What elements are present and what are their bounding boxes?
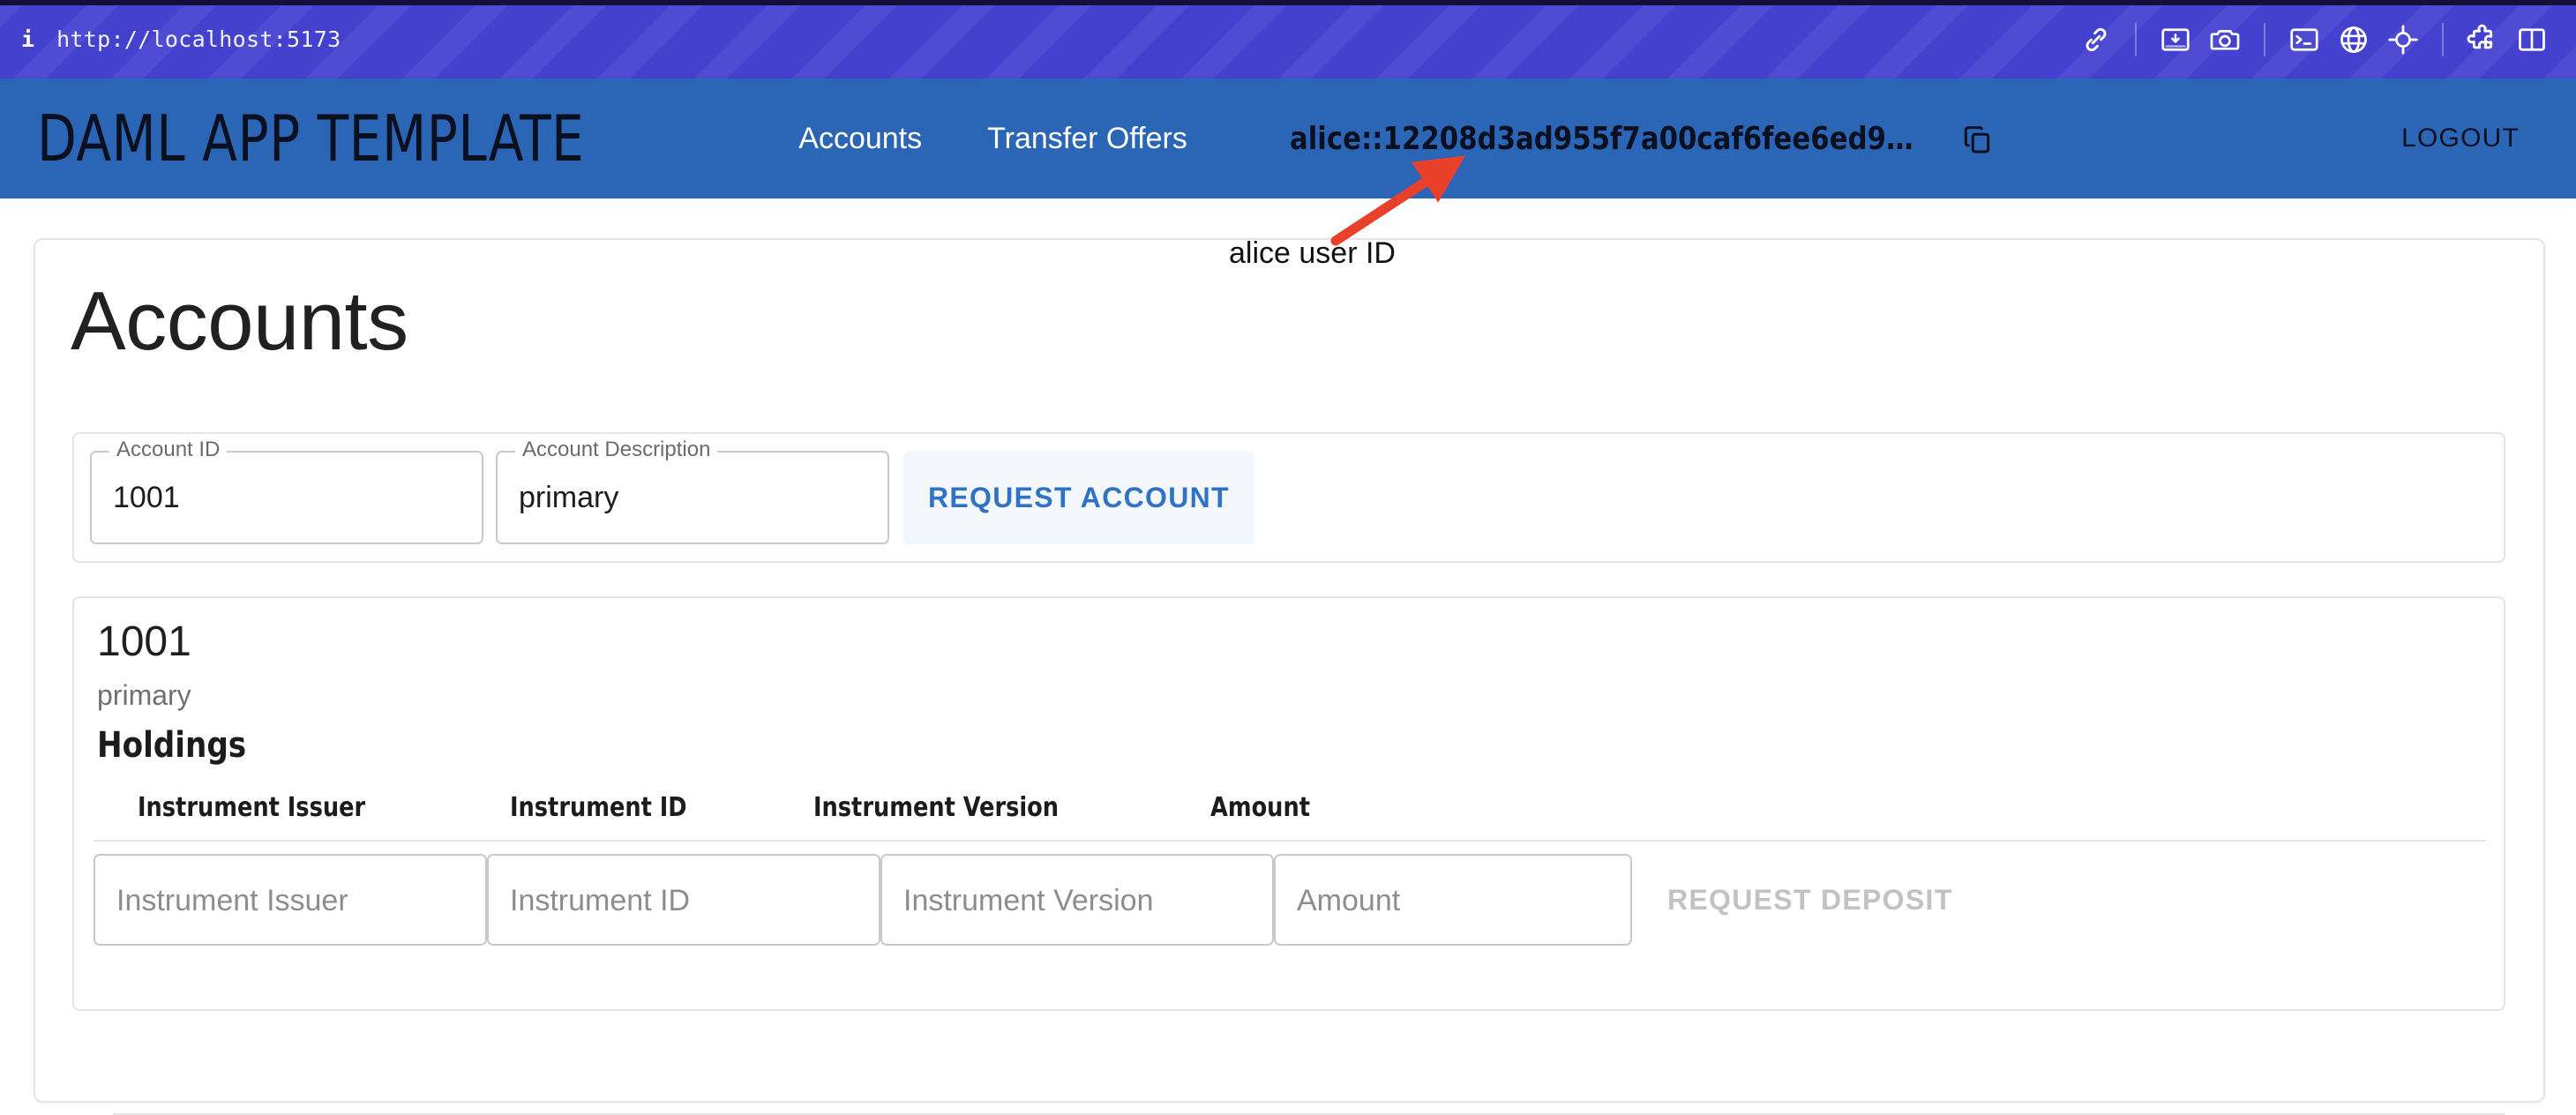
holdings-heading: Holdings xyxy=(97,725,247,766)
column-header-amount: Amount xyxy=(1210,792,1310,823)
account-id-field[interactable]: Account ID 1001 xyxy=(90,437,483,544)
amount-input[interactable]: Amount xyxy=(1274,854,1632,946)
info-icon: i xyxy=(21,26,35,52)
user-id-text: alice::12208d3ad955f7a00caf6fee6ed9… xyxy=(1289,120,1913,157)
account-holdings-card: 1001 primary Holdings Instrument Issuer … xyxy=(72,596,2505,1115)
copy-icon[interactable] xyxy=(1960,122,1994,155)
link-icon[interactable] xyxy=(2071,15,2121,64)
browser-toolbar: i http://localhost:5173 xyxy=(0,0,2576,79)
account-description-value: primary xyxy=(519,480,619,514)
account-id-value: 1001 xyxy=(113,480,180,514)
accounts-page-card: Accounts Account ID 1001 Account Descrip… xyxy=(34,238,2545,1115)
instrument-id-placeholder: Instrument ID xyxy=(510,883,691,917)
split-panel-icon[interactable] xyxy=(2507,15,2557,64)
account-description: primary xyxy=(97,679,191,711)
toolbar-icon-group xyxy=(2071,0,2576,79)
column-header-instrument-version: Instrument Version xyxy=(813,792,1060,823)
column-header-instrument-issuer: Instrument Issuer xyxy=(138,792,366,823)
url-text[interactable]: http://localhost:5173 xyxy=(56,28,341,50)
column-header-instrument-id: Instrument ID xyxy=(510,792,687,823)
terminal-icon[interactable] xyxy=(2280,15,2329,64)
image-download-icon[interactable] xyxy=(2151,15,2200,64)
user-id-display[interactable]: alice::12208d3ad955f7a00caf6fee6ed9… xyxy=(1290,121,1994,157)
instrument-issuer-input[interactable]: Instrument Issuer xyxy=(94,854,487,946)
toolbar-divider xyxy=(2442,22,2444,56)
nav-item-transfer-offers[interactable]: Transfer Offers xyxy=(968,109,1207,168)
toolbar-divider xyxy=(2135,22,2137,56)
puzzle-piece-icon[interactable] xyxy=(2458,15,2507,64)
holdings-table: Instrument Issuer Instrument ID Instrume… xyxy=(94,787,2505,1115)
request-account-card: Account ID 1001 Account Description prim… xyxy=(72,432,2505,563)
request-deposit-button[interactable]: REQUEST DEPOSIT xyxy=(1646,854,1974,946)
account-description-field[interactable]: Account Description primary xyxy=(496,437,889,544)
holdings-new-row: Instrument Issuer Instrument ID Instrume… xyxy=(94,854,2486,969)
account-number: 1001 xyxy=(97,618,191,665)
instrument-version-placeholder: Instrument Version xyxy=(903,883,1154,917)
nav-item-accounts[interactable]: Accounts xyxy=(779,109,941,168)
app-title: DAML APP TEMPLATE xyxy=(37,101,585,176)
toolbar-top-edge xyxy=(0,0,2576,5)
instrument-id-input[interactable]: Instrument ID xyxy=(487,854,880,946)
camera-icon[interactable] xyxy=(2200,15,2250,64)
instrument-version-input[interactable]: Instrument Version xyxy=(880,854,1274,946)
globe-icon[interactable] xyxy=(2329,15,2378,64)
request-account-button[interactable]: REQUEST ACCOUNT xyxy=(903,451,1254,544)
crosshair-target-icon[interactable] xyxy=(2378,15,2428,64)
instrument-issuer-placeholder: Instrument Issuer xyxy=(116,883,348,917)
logout-button[interactable]: LOGOUT xyxy=(2385,111,2535,166)
toolbar-divider xyxy=(2264,22,2265,56)
main-nav: Accounts Transfer Offers xyxy=(779,109,1207,168)
amount-placeholder: Amount xyxy=(1297,883,1401,917)
page-title: Accounts xyxy=(71,274,408,367)
app-header: DAML APP TEMPLATE Accounts Transfer Offe… xyxy=(0,79,2576,198)
holdings-table-header: Instrument Issuer Instrument ID Instrume… xyxy=(94,787,2486,842)
